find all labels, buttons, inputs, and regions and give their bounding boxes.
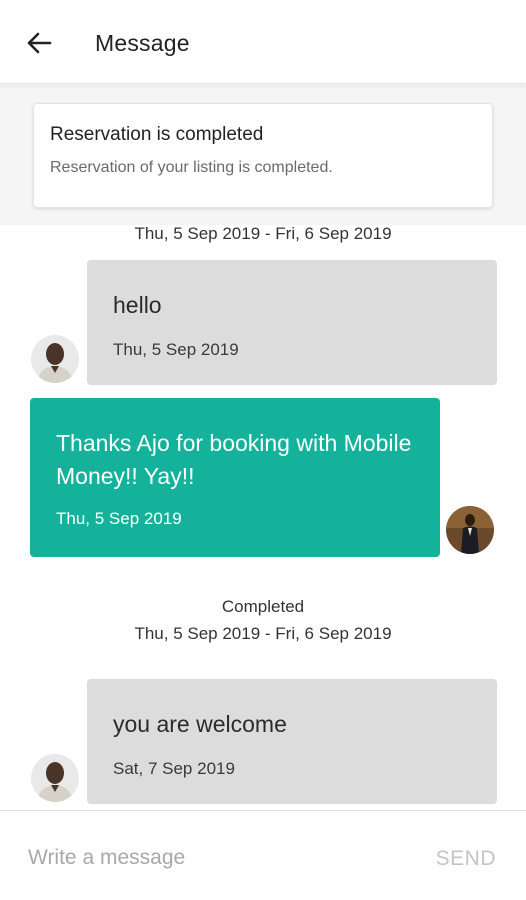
host-avatar[interactable] <box>28 332 82 386</box>
send-button[interactable]: SEND <box>436 847 496 871</box>
message-text: hello <box>113 292 162 318</box>
outgoing-message-bubble: Thanks Ajo for booking with Mobile Money… <box>30 398 440 557</box>
reservation-status-card: Reservation is completed Reservation of … <box>33 103 493 208</box>
arrow-left-icon <box>27 32 52 54</box>
guest-avatar[interactable] <box>443 503 497 557</box>
incoming-message-bubble: hello Thu, 5 Sep 2019 <box>87 260 497 385</box>
booking-date-range: Thu, 5 Sep 2019 - Fri, 6 Sep 2019 <box>134 224 392 243</box>
message-composer: SEND <box>0 810 526 900</box>
incoming-message-bubble: you are welcome Sat, 7 Sep 2019 <box>87 679 497 804</box>
message-date: Thu, 5 Sep 2019 <box>56 509 182 528</box>
message-date: Sat, 7 Sep 2019 <box>113 759 235 778</box>
page-title: Message <box>95 30 190 56</box>
message-text: you are welcome <box>113 711 287 737</box>
reservation-status-subtitle: Reservation of your listing is completed… <box>50 159 333 176</box>
reservation-status-label: Completed <box>221 597 305 616</box>
host-avatar[interactable] <box>28 751 82 805</box>
message-date: Thu, 5 Sep 2019 <box>113 340 239 359</box>
message-input[interactable] <box>28 841 408 875</box>
booking-date-range: Thu, 5 Sep 2019 - Fri, 6 Sep 2019 <box>134 624 392 643</box>
app-bar: Message <box>0 0 526 84</box>
reservation-status-title: Reservation is completed <box>50 124 264 145</box>
back-button[interactable] <box>22 26 56 60</box>
message-text: Thanks Ajo for booking with Mobile Money… <box>56 430 412 489</box>
